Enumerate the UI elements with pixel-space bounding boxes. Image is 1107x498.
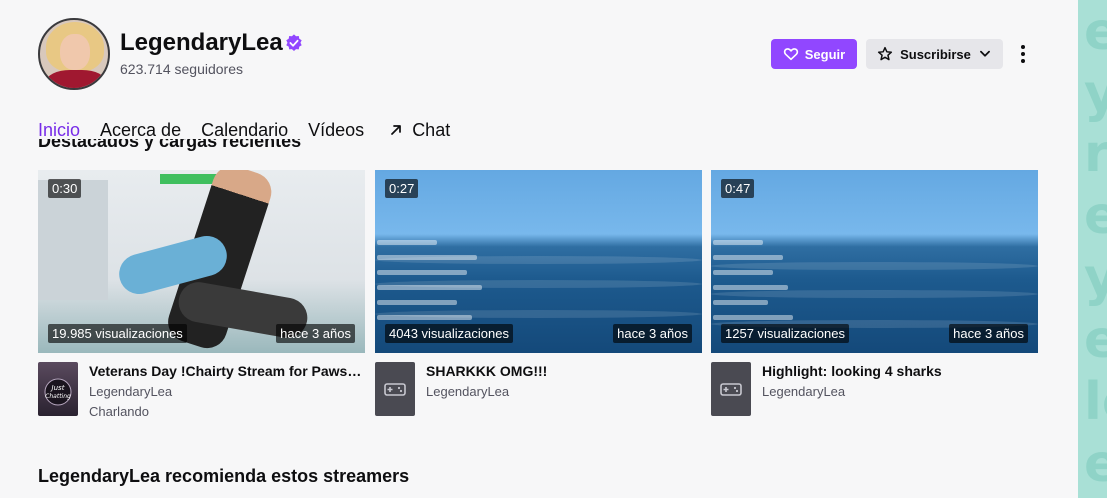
tab-videos[interactable]: Vídeos — [308, 118, 364, 142]
tab-chat-label: Chat — [412, 119, 451, 140]
views-badge: 1257 visualizaciones — [721, 324, 849, 343]
svg-text:Chatting: Chatting — [45, 393, 71, 400]
gamepad-icon[interactable] — [375, 362, 415, 416]
side-decoration: er y ry er y er le er — [1078, 0, 1107, 498]
more-options-button[interactable] — [1012, 42, 1034, 66]
video-title[interactable]: SHARKKK OMG!!! — [426, 363, 701, 379]
dot-icon — [1021, 59, 1025, 63]
tab-chat[interactable]: Chat — [388, 118, 450, 142]
video-thumbnail[interactable]: 0:27 4043 visualizaciones hace 3 años — [375, 170, 702, 353]
follow-label: Seguir — [804, 46, 846, 62]
channel-name[interactable]: LegendaryLea — [120, 29, 283, 57]
video-title[interactable]: Highlight: looking 4 sharks — [762, 363, 1037, 379]
video-card[interactable]: 0:47 1257 visualizaciones hace 3 años Hi… — [711, 170, 1038, 422]
just-chatting-icon[interactable]: Just Chatting — [38, 362, 78, 416]
heart-icon — [783, 48, 798, 61]
views-badge: 19.985 visualizaciones — [48, 324, 187, 343]
video-channel[interactable]: LegendaryLea — [89, 384, 172, 399]
verified-badge-icon — [286, 34, 302, 52]
dot-icon — [1021, 45, 1025, 49]
duration-badge: 0:27 — [385, 179, 419, 198]
age-badge: hace 3 años — [613, 324, 692, 343]
video-category[interactable]: Charlando — [89, 404, 149, 419]
star-icon — [878, 46, 893, 61]
video-card[interactable]: 0:30 19.985 visualizaciones hace 3 años … — [38, 170, 365, 422]
follow-button[interactable]: Seguir — [771, 39, 857, 69]
dot-icon — [1021, 52, 1025, 56]
video-thumbnail[interactable]: 0:47 1257 visualizaciones hace 3 años — [711, 170, 1038, 353]
views-badge: 4043 visualizaciones — [385, 324, 513, 343]
video-card[interactable]: 0:27 4043 visualizaciones hace 3 años SH… — [375, 170, 702, 422]
recommendations-title: LegendaryLea recomienda estos streamers — [38, 466, 410, 486]
svg-text:Just: Just — [50, 384, 65, 392]
video-channel[interactable]: LegendaryLea — [762, 384, 845, 399]
arrow-up-right-icon — [391, 125, 402, 135]
video-thumbnail[interactable]: 0:30 19.985 visualizaciones hace 3 años — [38, 170, 365, 353]
video-title[interactable]: Veterans Day !Chairty Stream for Paws an… — [89, 363, 364, 379]
subscribe-button[interactable]: Suscribirse — [866, 39, 1003, 69]
video-channel[interactable]: LegendaryLea — [426, 384, 509, 399]
section-title: Destacados y cargas recientes — [38, 139, 302, 151]
follower-count: 623.714 seguidores — [120, 61, 243, 77]
chevron-down-icon — [979, 50, 990, 57]
duration-badge: 0:47 — [721, 179, 755, 198]
subscribe-label: Suscribirse — [900, 46, 971, 62]
channel-avatar[interactable] — [38, 18, 110, 90]
duration-badge: 0:30 — [48, 179, 82, 198]
gamepad-icon[interactable] — [711, 362, 751, 416]
age-badge: hace 3 años — [949, 324, 1028, 343]
age-badge: hace 3 años — [276, 324, 355, 343]
